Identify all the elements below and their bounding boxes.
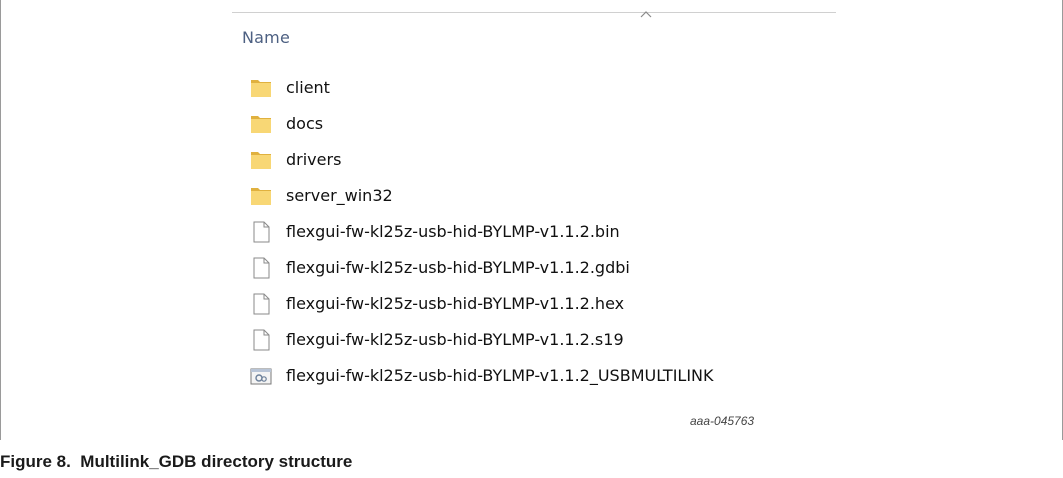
- list-item-file[interactable]: flexgui-fw-kl25z-usb-hid-BYLMP-v1.1.2.he…: [232, 287, 836, 321]
- list-item-file[interactable]: flexgui-fw-kl25z-usb-hid-BYLMP-v1.1.2.gd…: [232, 251, 836, 285]
- file-icon: [253, 329, 270, 351]
- file-name: server_win32: [286, 186, 393, 205]
- list-item-folder[interactable]: drivers: [232, 143, 836, 177]
- list-item-config-file[interactable]: flexgui-fw-kl25z-usb-hid-BYLMP-v1.1.2_US…: [232, 359, 836, 393]
- list-item-folder[interactable]: client: [232, 71, 836, 105]
- folder-icon: [251, 80, 271, 97]
- list-item-file[interactable]: flexgui-fw-kl25z-usb-hid-BYLMP-v1.1.2.s1…: [232, 323, 836, 357]
- list-item-folder[interactable]: docs: [232, 107, 836, 141]
- figure-id: aaa-045763: [690, 414, 755, 428]
- file-icon: [253, 221, 270, 243]
- file-name: flexgui-fw-kl25z-usb-hid-BYLMP-v1.1.2.s1…: [286, 330, 624, 349]
- folder-icon: [251, 152, 271, 169]
- file-name: flexgui-fw-kl25z-usb-hid-BYLMP-v1.1.2.gd…: [286, 258, 630, 277]
- chevron-up-icon[interactable]: [640, 10, 652, 18]
- list-item-folder[interactable]: server_win32: [232, 179, 836, 213]
- file-name: flexgui-fw-kl25z-usb-hid-BYLMP-v1.1.2_US…: [286, 366, 714, 385]
- file-name: client: [286, 78, 330, 97]
- header-divider: [232, 12, 836, 13]
- name-column-header[interactable]: Name: [242, 28, 290, 47]
- file-name: docs: [286, 114, 324, 133]
- file-name: drivers: [286, 150, 342, 169]
- figure-caption: Figure 8. Multilink_GDB directory struct…: [0, 452, 353, 471]
- file-icon: [253, 257, 270, 279]
- folder-icon: [251, 188, 271, 205]
- list-item-file[interactable]: flexgui-fw-kl25z-usb-hid-BYLMP-v1.1.2.bi…: [232, 215, 836, 249]
- file-icon: [253, 293, 270, 315]
- settings-file-icon: [250, 368, 272, 385]
- file-explorer-pane: Name client docs drivers server_win32 fl…: [232, 0, 836, 440]
- file-name: flexgui-fw-kl25z-usb-hid-BYLMP-v1.1.2.bi…: [286, 222, 620, 241]
- folder-icon: [251, 116, 271, 133]
- file-name: flexgui-fw-kl25z-usb-hid-BYLMP-v1.1.2.he…: [286, 294, 625, 313]
